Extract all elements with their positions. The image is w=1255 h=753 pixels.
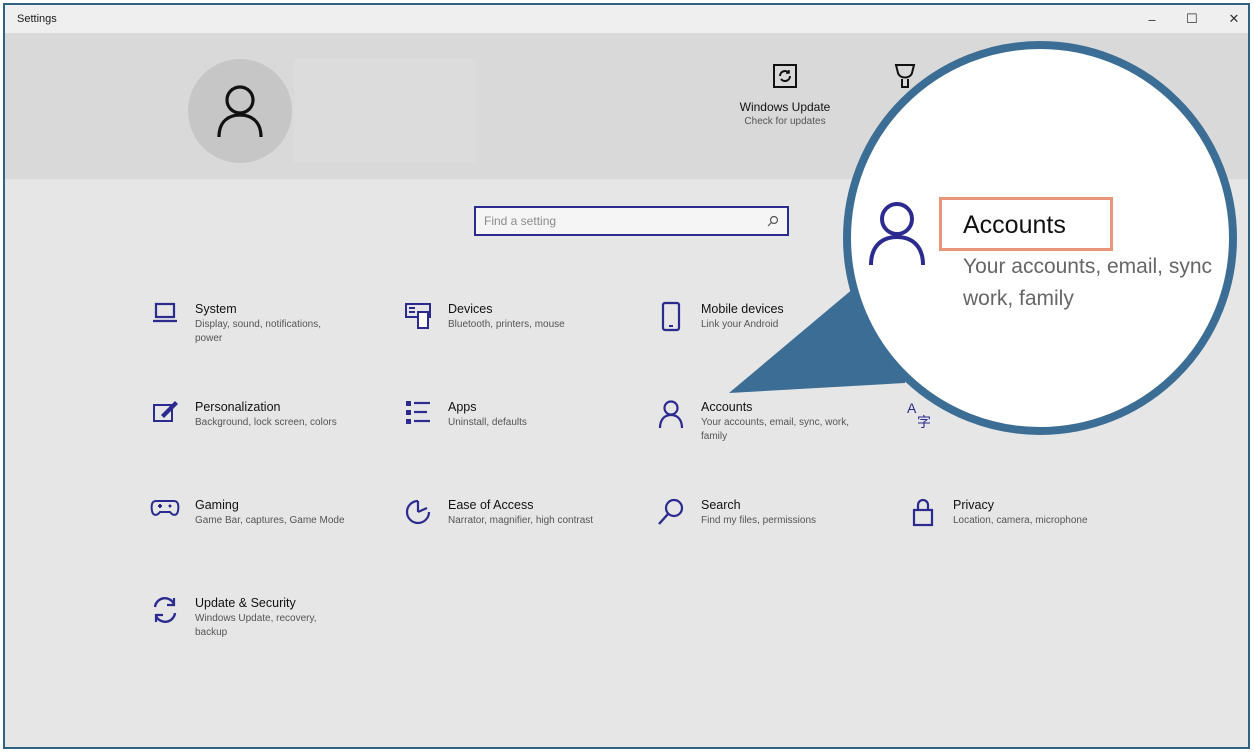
zoom-title: Accounts xyxy=(963,211,1066,239)
zoom-desc-line2: work, family xyxy=(963,287,1074,310)
zoom-person-icon xyxy=(869,202,925,266)
zoom-callout: Accounts Your accounts, email, sync work… xyxy=(843,41,1237,435)
settings-window: Settings – ☐ ✕ Windows Update Check for … xyxy=(3,3,1250,749)
zoom-desc-line1: Your accounts, email, sync xyxy=(963,255,1213,278)
zoom-description: Your accounts, email, sync work, family xyxy=(963,251,1229,315)
